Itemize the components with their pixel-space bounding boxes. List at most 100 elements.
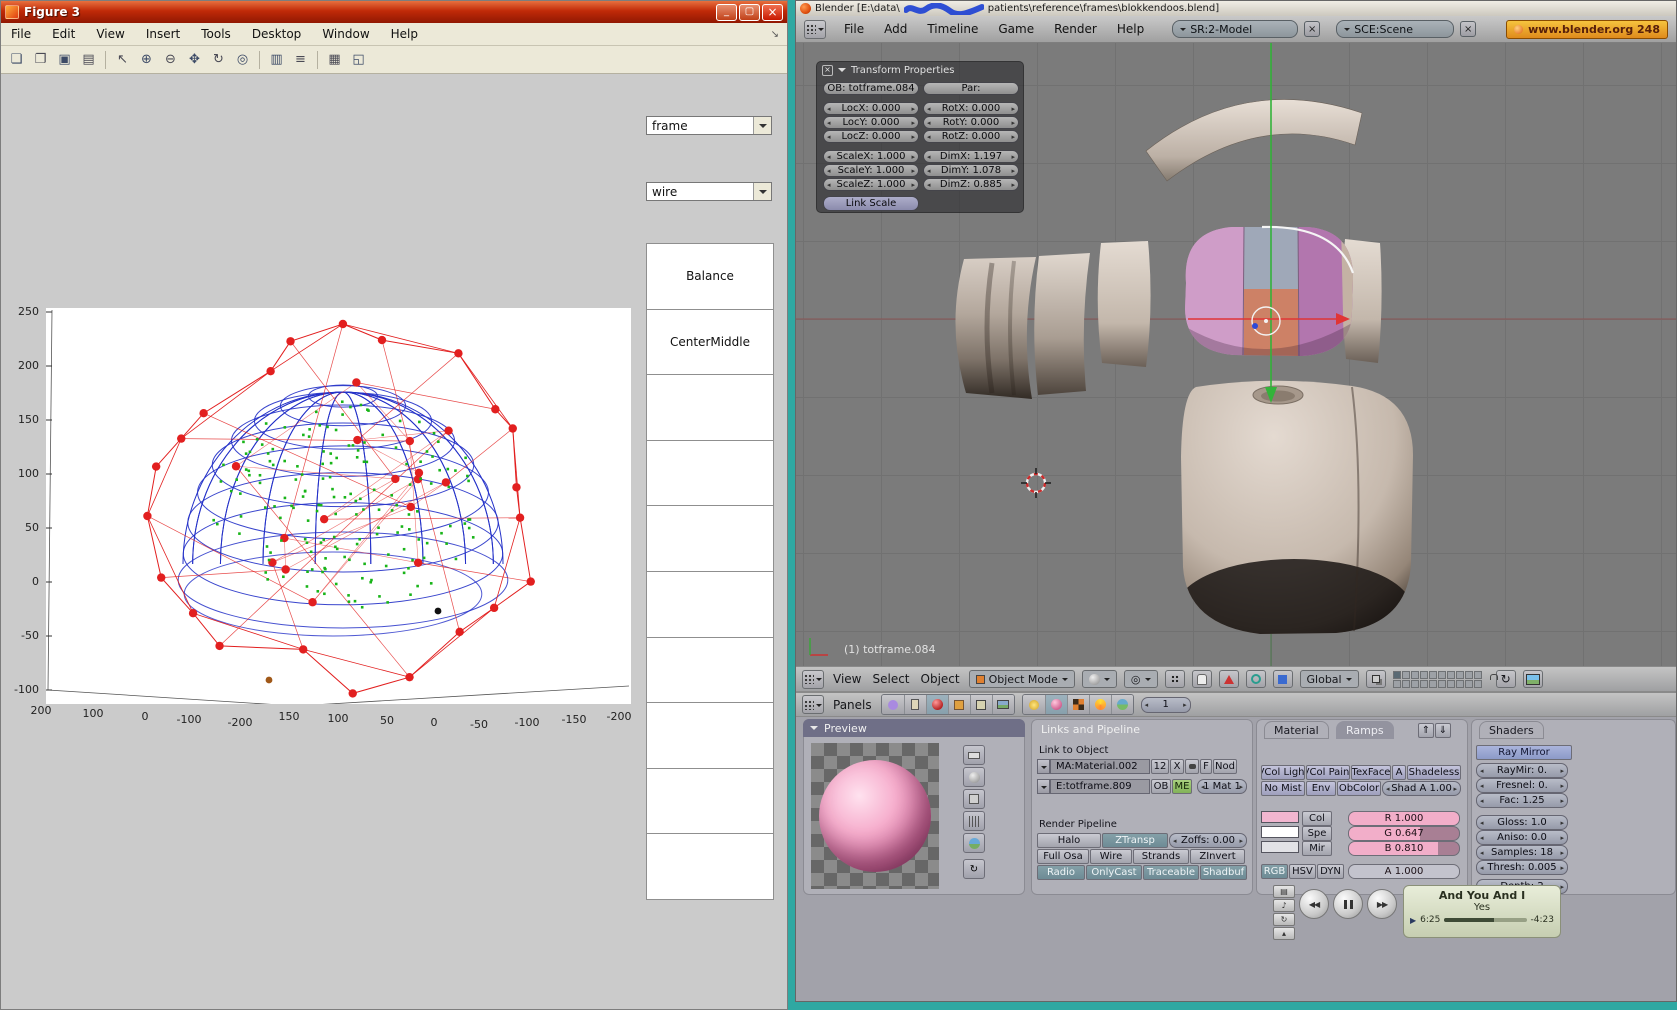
onlycast-toggle[interactable]: OnlyCast [1086, 865, 1142, 880]
legend-icon[interactable]: ≡ [290, 49, 311, 70]
edit-pointer-icon[interactable]: ↖ [112, 49, 133, 70]
fac-field[interactable]: Fac: 1.25 [1476, 793, 1568, 808]
pan-icon[interactable]: ✥ [184, 49, 205, 70]
colorbar-icon[interactable]: ▥ [266, 49, 287, 70]
rotz-field[interactable]: RotZ: 0.000 [923, 130, 1019, 143]
menu-view[interactable]: View [94, 27, 126, 41]
player-pause-button[interactable] [1333, 889, 1363, 919]
3d-cursor[interactable] [1021, 468, 1051, 498]
menu-tools[interactable]: Tools [199, 27, 233, 41]
mesh-object-arc[interactable] [1146, 99, 1362, 181]
mesh-object-big-block[interactable] [1176, 381, 1413, 659]
menu-edit[interactable]: Edit [50, 27, 77, 41]
diffuse-color-swatch[interactable] [1261, 811, 1299, 823]
no-mist-toggle[interactable]: No Mist [1261, 781, 1305, 796]
obcolor-toggle[interactable]: ObColor [1337, 781, 1381, 796]
dyn-button[interactable]: DYN [1317, 864, 1344, 879]
samples-field[interactable]: Samples: 18 [1476, 845, 1568, 860]
mode-dropdown[interactable]: Object Mode [969, 670, 1075, 688]
buttons-editor-type-dropdown[interactable] [802, 695, 824, 714]
fake-user-button[interactable]: F [1200, 759, 1212, 774]
mir-button[interactable]: Mir [1302, 841, 1332, 856]
logic-context-button[interactable] [882, 695, 904, 714]
dropdown-arrow-icon[interactable] [753, 117, 771, 134]
preview-panel-header[interactable]: Preview [803, 719, 1025, 737]
data-cursor-icon[interactable]: ◎ [232, 49, 253, 70]
ob-name-field[interactable]: OB: totframe.084 [823, 82, 919, 95]
tab-shaders[interactable]: Shaders [1479, 721, 1544, 739]
layer-buttons[interactable] [1393, 671, 1482, 688]
layer-cell[interactable] [1420, 680, 1428, 688]
manipulator-hand-button[interactable] [1192, 670, 1212, 688]
3d-viewport[interactable]: (1) totframe.084 × Transform Properties … [796, 43, 1676, 666]
close-button[interactable]: × [762, 4, 783, 21]
material-users-button[interactable]: 12 [1151, 759, 1169, 774]
list-item[interactable] [646, 833, 774, 900]
wire-dropdown[interactable]: wire [646, 182, 772, 201]
object-context-button[interactable] [948, 695, 970, 714]
hsv-button[interactable]: HSV [1289, 864, 1316, 879]
preview-sphere-button[interactable] [963, 767, 985, 787]
texface-toggle[interactable]: TexFace [1351, 765, 1391, 780]
specular-color-swatch[interactable] [1261, 826, 1299, 838]
scene-context-button[interactable] [992, 695, 1014, 714]
list-item-balance[interactable]: Balance [646, 243, 774, 310]
menu-file[interactable]: File [9, 27, 33, 41]
scaley-field[interactable]: ScaleY: 1.000 [823, 164, 919, 177]
layer-cell[interactable] [1474, 680, 1482, 688]
scene-selector[interactable]: SCE:Scene [1336, 20, 1454, 38]
layer-cell[interactable] [1465, 680, 1473, 688]
roty-field[interactable]: RotY: 0.000 [923, 116, 1019, 129]
plot-axes[interactable] [46, 308, 631, 704]
menu-timeline[interactable]: Timeline [925, 22, 980, 36]
ob-link-button[interactable]: OB [1151, 779, 1171, 794]
gadget-music-button[interactable]: ♪ [1273, 899, 1295, 912]
player-forward-button[interactable]: ▶▶ [1367, 889, 1397, 919]
matlab-titlebar[interactable]: Figure 3 _ ▢ × [1, 1, 787, 23]
open-file-icon[interactable]: ❐ [30, 49, 51, 70]
vcol-light-toggle[interactable]: VCol Light [1261, 765, 1305, 780]
material-browse-dropdown[interactable] [1037, 759, 1050, 774]
g-slider[interactable]: G 0.647 [1348, 826, 1460, 841]
layer-cell[interactable] [1420, 671, 1428, 679]
thresh-field[interactable]: Thresh: 0.005 [1476, 860, 1568, 875]
gloss-field[interactable]: Gloss: 1.0 [1476, 815, 1568, 830]
radiosity-buttons-button[interactable] [1089, 695, 1111, 714]
mesh-object-pink-selected[interactable] [1182, 223, 1356, 359]
layer-cell[interactable] [1447, 671, 1455, 679]
print-icon[interactable]: ▤ [78, 49, 99, 70]
layer-cell[interactable] [1438, 671, 1446, 679]
r-slider[interactable]: R 1.000 [1348, 811, 1460, 826]
draw-type-dropdown[interactable] [1082, 670, 1117, 688]
auto-name-button[interactable] [1185, 759, 1199, 774]
lamp-buttons-button[interactable] [1023, 695, 1045, 714]
snap-dots-icon[interactable] [1165, 670, 1185, 688]
layer-cell[interactable] [1393, 680, 1401, 688]
paste-material-button[interactable]: ⇓ [1435, 723, 1451, 738]
frame-number-field[interactable]: 1 [1141, 697, 1191, 713]
alpha-slider[interactable]: A 1.000 [1348, 864, 1460, 879]
copy-layers-icon[interactable] [1366, 670, 1386, 688]
render-preview-button[interactable] [1523, 670, 1543, 688]
layer-cell[interactable] [1411, 680, 1419, 688]
locz-field[interactable]: LocZ: 0.000 [823, 130, 919, 143]
env-toggle[interactable]: Env [1306, 781, 1336, 796]
ztransp-toggle[interactable]: ZTransp [1102, 833, 1168, 848]
list-item-centermiddle[interactable]: CenterMiddle [646, 309, 774, 376]
locy-field[interactable]: LocY: 0.000 [823, 116, 919, 129]
fresnel-field[interactable]: Fresnel: 0. [1476, 778, 1568, 793]
menu-insert[interactable]: Insert [144, 27, 182, 41]
locx-field[interactable]: LocX: 0.000 [823, 102, 919, 115]
layer-cell[interactable] [1429, 680, 1437, 688]
layer-cell[interactable] [1456, 671, 1464, 679]
vcol-paint-toggle[interactable]: VCol Paint [1306, 765, 1350, 780]
blender-version-badge[interactable]: www.blender.org 248 [1506, 20, 1668, 39]
material-index-field[interactable]: 1 Mat 1 [1197, 779, 1247, 794]
list-item[interactable] [646, 571, 774, 638]
scalex-field[interactable]: ScaleX: 1.000 [823, 150, 919, 163]
spe-button[interactable]: Spe [1302, 826, 1332, 841]
zoom-in-icon[interactable]: ⊕ [136, 49, 157, 70]
ray-mirror-toggle[interactable]: Ray Mirror [1476, 745, 1572, 760]
gadget-repeat-button[interactable]: ↻ [1273, 913, 1295, 926]
layer-cell[interactable] [1465, 671, 1473, 679]
